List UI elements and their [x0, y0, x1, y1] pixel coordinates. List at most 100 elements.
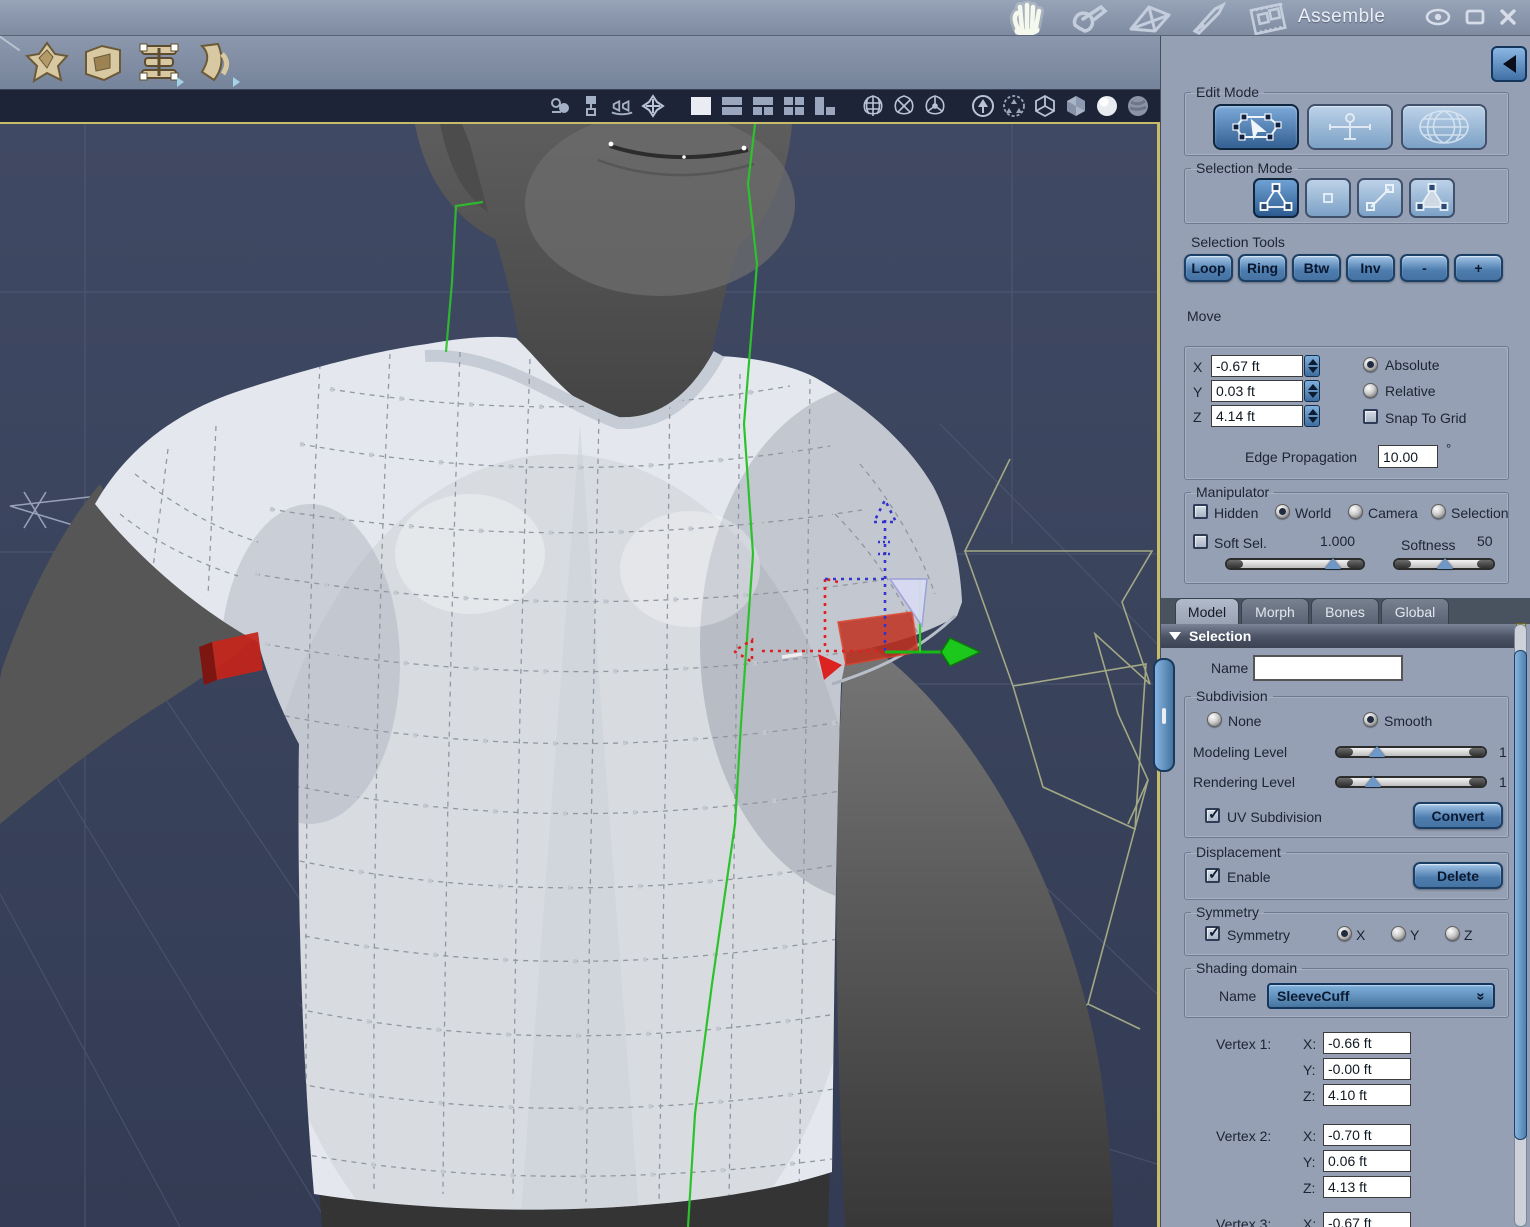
hand-pan-icon[interactable] — [1005, 1, 1049, 35]
edge-propagation-input[interactable] — [1378, 445, 1438, 468]
selection-section-header[interactable]: Selection — [1161, 624, 1523, 648]
loop-button[interactable]: Loop — [1184, 254, 1233, 282]
shaded-sphere-icon[interactable] — [1095, 94, 1119, 118]
world-radio[interactable] — [1275, 504, 1290, 519]
symmetry-y-radio[interactable] — [1391, 926, 1406, 941]
soft-selection-checkbox[interactable] — [1193, 534, 1208, 549]
vertex-2-z-input[interactable] — [1323, 1176, 1411, 1198]
scene-canvas[interactable] — [0, 122, 1160, 1227]
subdivision-none-radio[interactable] — [1207, 712, 1222, 727]
vertex-1-x-input[interactable] — [1323, 1032, 1411, 1054]
panel-drag-handle[interactable] — [1153, 658, 1175, 772]
hidden-checkbox[interactable] — [1193, 504, 1208, 519]
move-x-stepper[interactable] — [1304, 355, 1320, 377]
globe-wire-icon[interactable] — [861, 94, 885, 118]
bend-tool-icon[interactable] — [192, 40, 240, 87]
draft-triangles-icon[interactable] — [1002, 94, 1026, 118]
vertex-1-z-input[interactable] — [1323, 1084, 1411, 1106]
tab-morph[interactable]: Morph — [1241, 598, 1309, 624]
symmetry-z-radio[interactable] — [1445, 926, 1460, 941]
loft-tool-icon[interactable] — [136, 40, 184, 87]
selection-radio[interactable] — [1431, 504, 1446, 519]
panel-scrollbar-thumb[interactable] — [1514, 650, 1527, 1140]
softness-slider[interactable] — [1393, 558, 1495, 570]
viewport-3d[interactable] — [0, 90, 1160, 1227]
layout-four-icon[interactable] — [782, 94, 806, 118]
scene-nodes-icon[interactable] — [579, 94, 603, 118]
close-icon[interactable] — [1496, 6, 1520, 31]
vertex-1-label: Vertex 1: — [1216, 1036, 1272, 1052]
uv-subdivision-checkbox[interactable] — [1205, 805, 1221, 823]
textured-sphere-icon[interactable] — [1126, 94, 1150, 118]
ring-button[interactable]: Ring — [1238, 254, 1287, 282]
camera-icon[interactable] — [548, 94, 572, 118]
cameras-icon[interactable] — [610, 94, 634, 118]
layout-two-icon[interactable] — [720, 94, 744, 118]
rendering-level-label: Rendering Level — [1193, 774, 1295, 790]
polygon-select-button[interactable] — [1409, 178, 1455, 218]
box-wire-icon[interactable] — [1033, 94, 1057, 118]
vertex-2-x-input[interactable] — [1323, 1124, 1411, 1146]
shading-domain-dropdown[interactable]: SleeveCuff » — [1267, 983, 1495, 1009]
wrench-icon[interactable] — [1065, 1, 1109, 35]
move-y-input[interactable] — [1211, 380, 1303, 402]
tool-dropdown-arrow[interactable] — [177, 77, 184, 87]
layout-three-icon[interactable] — [751, 94, 775, 118]
layout-single-icon[interactable] — [689, 94, 713, 118]
collapse-panel-button[interactable] — [1491, 46, 1527, 82]
vertex-2-x-label: X: — [1303, 1128, 1317, 1144]
vertex-2-y-input[interactable] — [1323, 1150, 1411, 1172]
grow-selection-button[interactable]: + — [1454, 254, 1503, 282]
vertex-edit-mode-button[interactable] — [1213, 104, 1299, 150]
vertex-3-x-input[interactable] — [1323, 1212, 1411, 1227]
compass-rose-icon[interactable] — [641, 94, 665, 118]
edge-select-button[interactable] — [1357, 178, 1403, 218]
maximize-icon[interactable] — [1463, 6, 1487, 31]
box-solid-icon[interactable] — [1064, 94, 1088, 118]
symmetry-checkbox[interactable] — [1205, 923, 1221, 941]
snap-to-grid-checkbox[interactable] — [1363, 409, 1378, 424]
soft-selection-slider[interactable] — [1225, 558, 1365, 570]
subdivision-smooth-radio[interactable] — [1363, 712, 1378, 727]
film-icon[interactable] — [1245, 1, 1293, 35]
point-select-button[interactable] — [1305, 178, 1351, 218]
tab-bones[interactable]: Bones — [1311, 598, 1379, 624]
displacement-enable-checkbox[interactable] — [1205, 865, 1221, 883]
properties-panel: Edit Mode Selection Mode Selection Tools… — [1160, 36, 1530, 1227]
skeleton-mode-button[interactable] — [1307, 104, 1393, 150]
move-z-input[interactable] — [1211, 405, 1303, 427]
vertex-select-button[interactable] — [1253, 178, 1299, 218]
between-button[interactable]: Btw — [1292, 254, 1341, 282]
shrink-selection-button[interactable]: - — [1400, 254, 1449, 282]
selection-name-input[interactable] — [1253, 655, 1403, 681]
rendering-level-slider[interactable] — [1335, 776, 1487, 788]
relative-radio[interactable] — [1363, 383, 1378, 398]
thickness-tool-icon[interactable] — [80, 40, 126, 86]
draft-arrow-icon[interactable] — [971, 94, 995, 118]
vertex-1-y-input[interactable] — [1323, 1058, 1411, 1080]
symmetry-checkbox-label: Symmetry — [1227, 927, 1290, 943]
convert-button[interactable]: Convert — [1413, 802, 1503, 829]
pen-icon[interactable] — [1189, 1, 1229, 35]
vertex-pencil-icon[interactable] — [1125, 1, 1173, 35]
move-y-stepper[interactable] — [1304, 380, 1320, 402]
globe-axes-icon[interactable] — [923, 94, 947, 118]
uv-mode-button[interactable] — [1401, 104, 1487, 150]
tab-global[interactable]: Global — [1381, 598, 1449, 624]
camera-radio[interactable] — [1348, 504, 1363, 519]
layout-l-icon[interactable] — [813, 94, 837, 118]
sweep-tool-icon[interactable] — [24, 40, 70, 86]
move-z-stepper[interactable] — [1304, 405, 1320, 427]
modeling-level-slider[interactable] — [1335, 746, 1487, 758]
absolute-radio[interactable] — [1363, 357, 1378, 372]
globe-wire-back-icon[interactable] — [892, 94, 916, 118]
symmetry-y-label: Y — [1410, 927, 1420, 943]
delete-button[interactable]: Delete — [1413, 862, 1503, 889]
eye-icon[interactable] — [1424, 6, 1452, 31]
move-x-input[interactable] — [1211, 355, 1303, 377]
invert-button[interactable]: Inv — [1346, 254, 1395, 282]
subdivision-group: Subdivision None Smooth Modeling Level 1… — [1184, 688, 1509, 838]
tab-model[interactable]: Model — [1175, 598, 1239, 624]
symmetry-x-radio[interactable] — [1337, 926, 1352, 941]
tool-dropdown-arrow[interactable] — [233, 77, 240, 87]
